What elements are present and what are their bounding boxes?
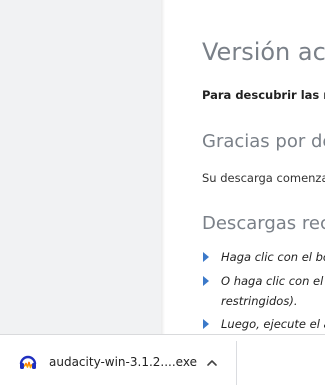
page-heading: Versión act xyxy=(202,38,325,66)
chevron-up-icon[interactable] xyxy=(205,356,219,370)
recommended-downloads-heading: Descargas reco xyxy=(202,213,325,234)
bullet-arrow-icon xyxy=(203,252,209,262)
page-content: Versión act Para descubrir las n Gracias… xyxy=(202,0,325,334)
gutter-shadow xyxy=(161,0,165,334)
download-filename: audacity-win-3.1.2....exe xyxy=(49,355,197,369)
left-gutter xyxy=(0,0,161,334)
thanks-heading: Gracias por de xyxy=(202,131,325,152)
bullet-arrow-icon xyxy=(203,276,209,286)
bullet-arrow-icon xyxy=(203,319,209,329)
download-item[interactable]: audacity-win-3.1.2....exe xyxy=(0,335,236,391)
download-separator xyxy=(236,341,237,385)
download-shelf: audacity-win-3.1.2....exe xyxy=(0,334,325,391)
browser-page: Versión act Para descubrir las n Gracias… xyxy=(0,0,325,391)
lead-text: Para descubrir las n xyxy=(202,88,325,102)
audacity-icon xyxy=(19,355,37,369)
download-started-text: Su descarga comenza xyxy=(202,171,325,185)
